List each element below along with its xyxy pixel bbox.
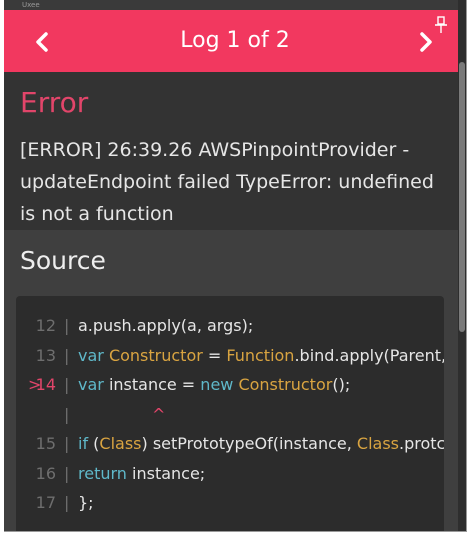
code-line: 17 |}; <box>16 489 444 517</box>
code-token: .bind.apply(Parent, <box>294 345 444 365</box>
scrollbar-thumb[interactable] <box>459 62 465 332</box>
code-text: }; <box>78 489 94 517</box>
code-token: a.push.apply(a, args); <box>78 316 254 335</box>
gutter-divider: | <box>64 434 70 453</box>
line-number: 12 <box>35 316 56 335</box>
code-token: return <box>78 463 133 483</box>
line-number: 14 <box>35 375 56 394</box>
code-line: 13 | var Constructor = Function.bind.apply… <box>16 342 444 370</box>
line-number: 13 <box>35 345 56 365</box>
code-token: = <box>202 345 227 365</box>
code-text: if (Class) setPrototypeOf(instance, Clas… <box>78 430 444 458</box>
code-token: Class <box>356 434 399 453</box>
code-line: 15 | if (Class) setPrototypeOf(instance, C… <box>16 430 444 458</box>
code-text: a.push.apply(a, args); <box>78 312 253 340</box>
status-strip: Uxee <box>4 0 466 10</box>
line-number: 17 <box>35 493 56 512</box>
line-number: 15 <box>35 434 56 453</box>
code-text: var Constructor = Function.bind.apply(Pa… <box>78 342 444 370</box>
scrollbar[interactable] <box>458 0 466 531</box>
code-token: ) setPrototypeOf(instance, <box>141 434 357 453</box>
gutter-divider: | <box>64 316 70 335</box>
code-line: | ^ <box>16 401 444 429</box>
code-token: Constructor <box>108 345 203 365</box>
code-token: .protc <box>399 434 444 453</box>
log-viewer: Uxee Log 1 of 2 Error [ERROR] 26:39.26 A… <box>4 0 467 532</box>
code-text: var instance = new Constructor(); <box>78 371 350 399</box>
code-token: var <box>78 345 109 365</box>
gutter-divider: | <box>64 463 70 483</box>
code-token: Function <box>226 345 295 365</box>
code-token: var <box>78 375 109 394</box>
page-title: Log 1 of 2 <box>180 28 290 53</box>
code-token: Constructor <box>238 375 333 394</box>
source-section: Source 12 | a.push.apply(a, args); 13 | var C… <box>4 230 466 531</box>
error-heading: Error <box>20 86 89 119</box>
code-token: new <box>200 375 239 394</box>
code-token: }; <box>78 493 94 512</box>
code-token: if <box>78 434 94 453</box>
pin-button[interactable] <box>434 16 448 34</box>
code-token: instance; <box>132 463 206 483</box>
pin-icon <box>435 16 447 33</box>
line-number: 16 <box>35 463 56 483</box>
code-token: Class <box>99 434 142 453</box>
gutter-divider: | <box>64 404 70 424</box>
code-line: 12 | a.push.apply(a, args); <box>16 312 444 340</box>
gutter-divider: | <box>64 345 70 365</box>
error-section: Error [ERROR] 26:39.26 AWSPinpointProvid… <box>4 72 466 230</box>
code-token: (); <box>332 375 351 394</box>
code-token: instance = <box>108 375 201 394</box>
code-line: >14 | var instance = new Constructor(); <box>16 371 444 399</box>
gutter-divider: | <box>64 375 70 394</box>
header-bar: Log 1 of 2 <box>4 10 466 72</box>
code-line: 16 | return instance; <box>16 460 444 488</box>
gutter-divider: | <box>64 493 70 512</box>
code-text: return instance; <box>78 460 205 488</box>
status-strip-text: Uxee <box>22 1 40 9</box>
source-code-block: 12 | a.push.apply(a, args); 13 | var Construc… <box>16 296 444 531</box>
error-caret: ^ <box>152 404 166 424</box>
error-message: [ERROR] 26:39.26 AWSPinpointProvider - u… <box>20 139 434 225</box>
source-heading: Source <box>20 246 106 275</box>
